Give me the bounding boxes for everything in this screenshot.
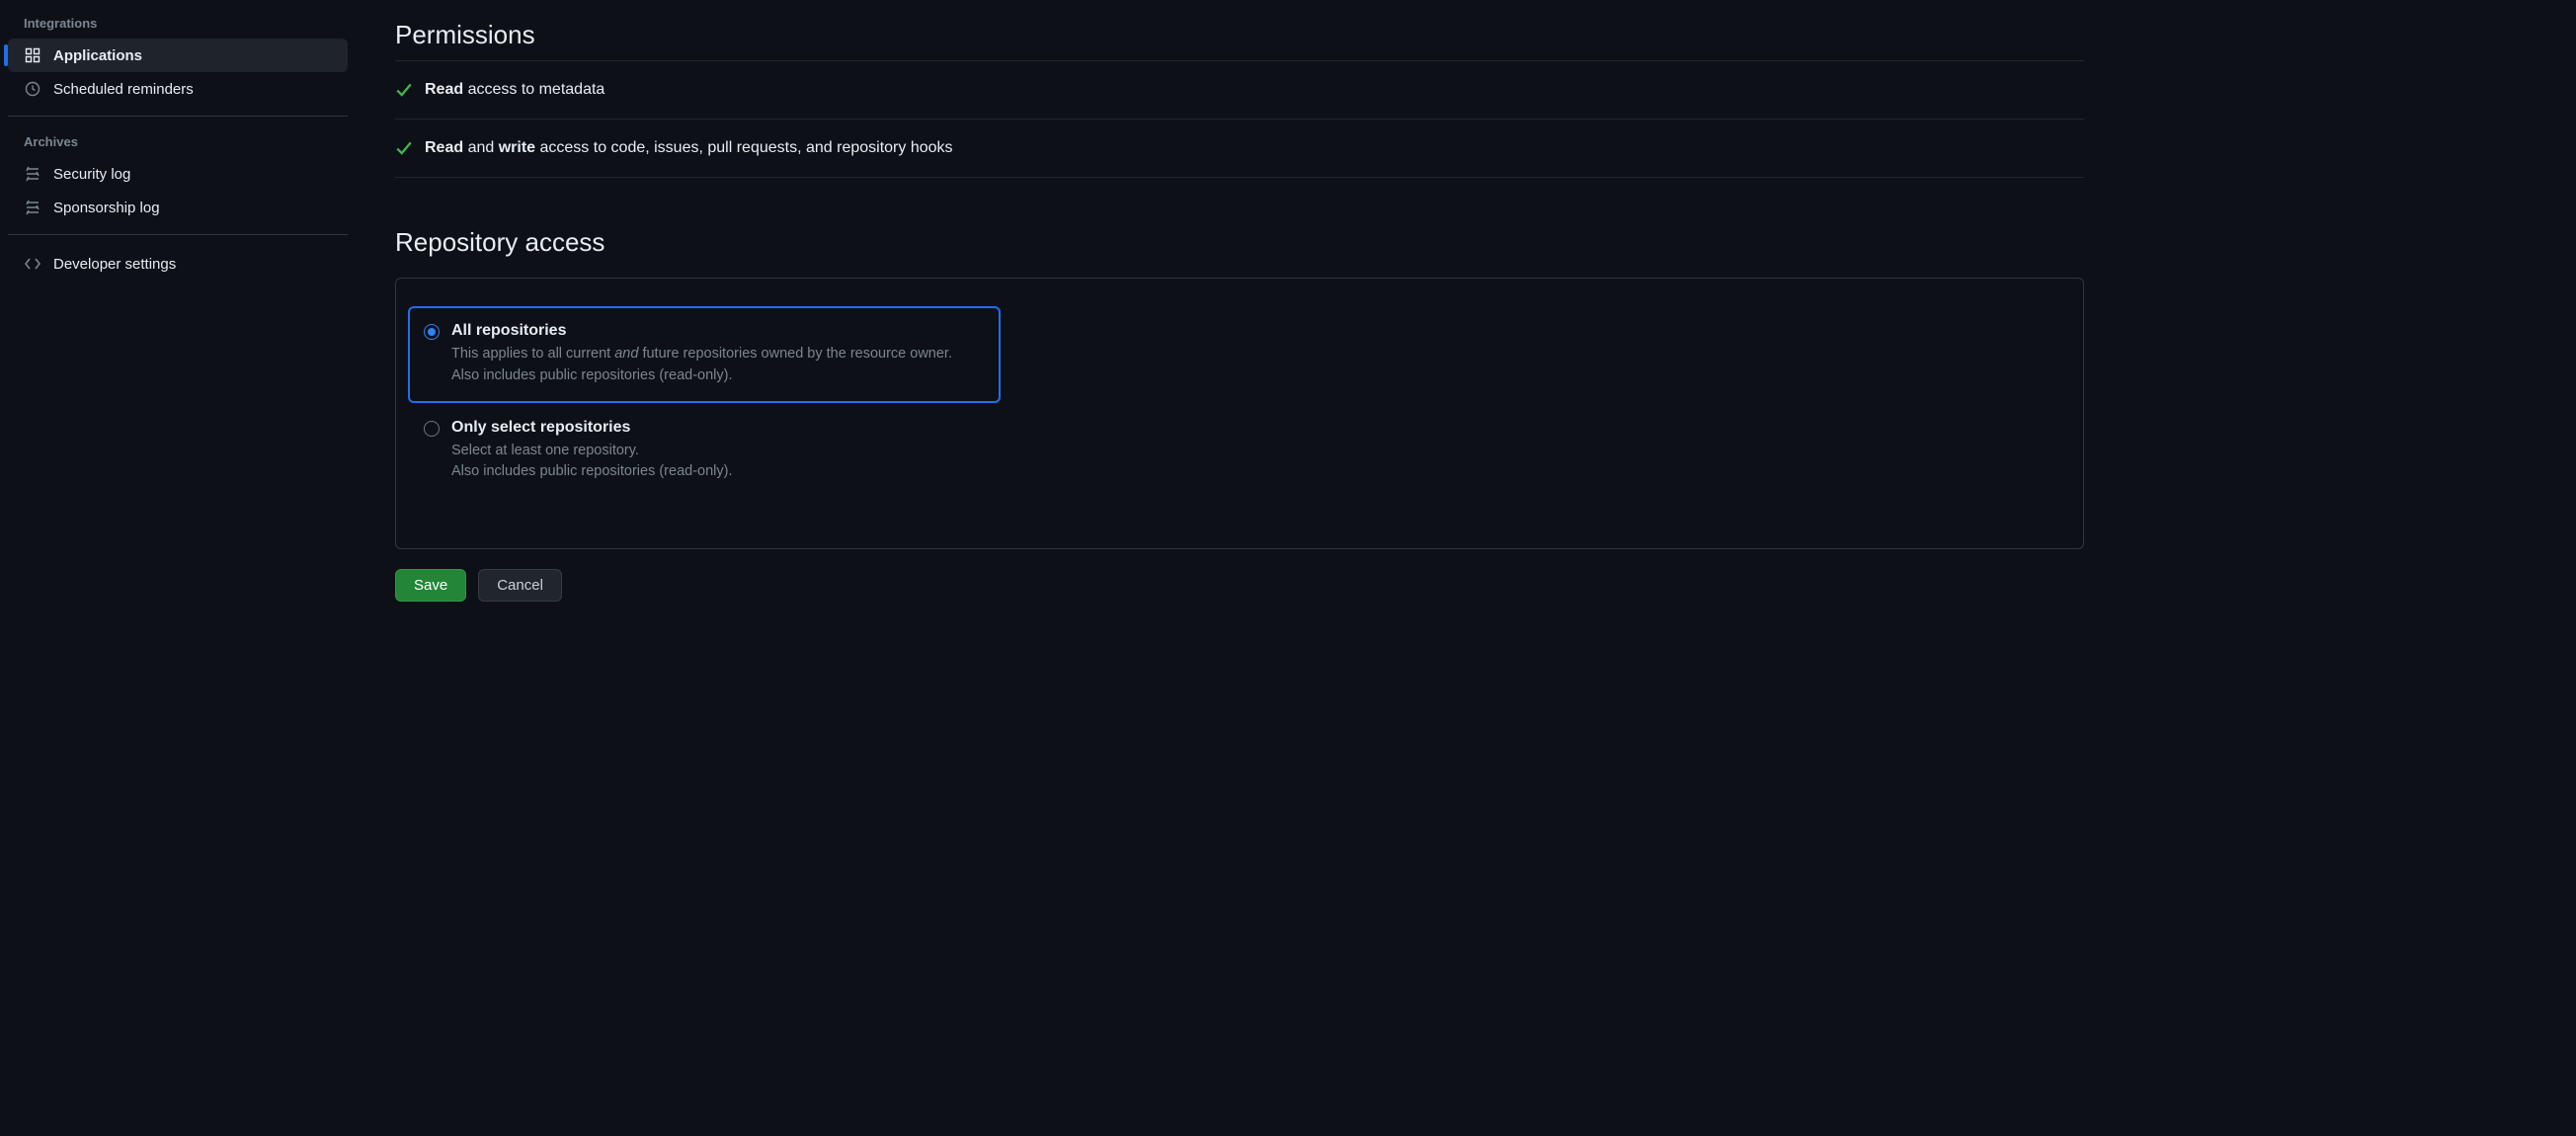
radio-option-all-repositories[interactable]: All repositories This applies to all cur… [408, 306, 1001, 403]
sidebar-item-developer-settings[interactable]: Developer settings [8, 247, 348, 281]
cancel-button[interactable]: Cancel [478, 569, 562, 602]
sidebar-item-security-log[interactable]: Security log [8, 157, 348, 191]
check-icon [395, 139, 413, 157]
settings-sidebar: Integrations Applications Scheduled remi… [0, 0, 356, 1136]
radio-option-only-select-repositories[interactable]: Only select repositories Select at least… [408, 403, 1001, 500]
radio-description: This applies to all current and future r… [451, 344, 952, 387]
code-icon [24, 255, 41, 273]
apps-icon [24, 46, 41, 64]
radio-indicator [424, 324, 440, 340]
repository-access-section: Repository access All repositories This … [395, 227, 2084, 602]
permission-text: Read and write access to code, issues, p… [425, 139, 953, 157]
radio-label: Only select repositories [451, 419, 733, 437]
sidebar-item-label: Scheduled reminders [53, 81, 194, 98]
permissions-title: Permissions [395, 20, 2084, 61]
radio-description: Select at least one repository. Also inc… [451, 441, 733, 484]
check-icon [395, 81, 413, 99]
sidebar-item-label: Developer settings [53, 256, 176, 273]
sidebar-item-label: Sponsorship log [53, 200, 160, 216]
permission-text: Read access to metadata [425, 81, 604, 99]
repository-access-title: Repository access [395, 227, 2084, 268]
sidebar-item-label: Security log [53, 166, 130, 183]
radio-indicator [424, 421, 440, 437]
sidebar-item-sponsorship-log[interactable]: Sponsorship log [8, 191, 348, 224]
action-buttons: Save Cancel [395, 569, 2084, 602]
sidebar-item-applications[interactable]: Applications [8, 39, 348, 72]
log-icon [24, 165, 41, 183]
log-icon [24, 199, 41, 216]
permission-row: Read access to metadata [395, 61, 2084, 120]
sidebar-divider [8, 234, 348, 235]
permission-row: Read and write access to code, issues, p… [395, 120, 2084, 178]
save-button[interactable]: Save [395, 569, 466, 602]
sidebar-heading-archives: Archives [8, 128, 348, 157]
clock-icon [24, 80, 41, 98]
sidebar-item-label: Applications [53, 47, 142, 64]
sidebar-divider [8, 116, 348, 117]
main-content: Permissions Read access to metadata Read… [356, 0, 2133, 1136]
repo-access-radio-group: All repositories This applies to all cur… [408, 306, 1001, 499]
repository-access-box: All repositories This applies to all cur… [395, 278, 2084, 549]
sidebar-heading-integrations: Integrations [8, 10, 348, 39]
sidebar-item-scheduled-reminders[interactable]: Scheduled reminders [8, 72, 348, 106]
radio-label: All repositories [451, 322, 952, 340]
